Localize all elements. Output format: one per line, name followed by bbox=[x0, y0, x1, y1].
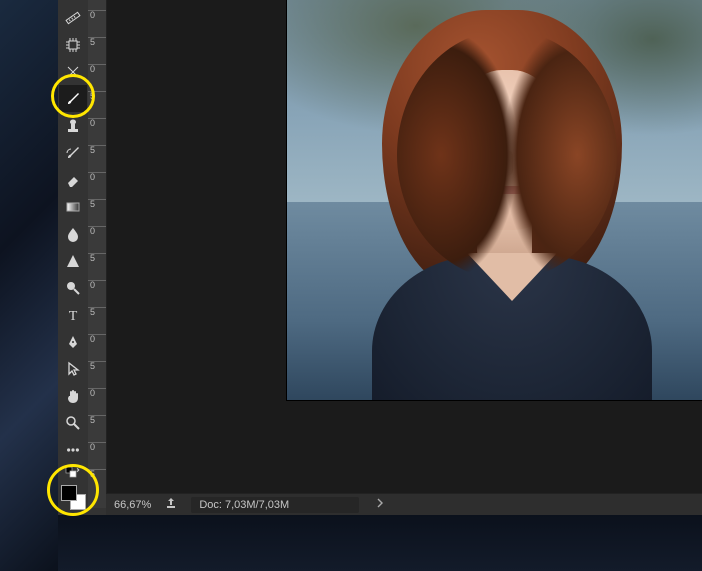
ruler-tick: 5 bbox=[88, 145, 106, 155]
chevron-right-icon bbox=[377, 498, 383, 508]
ruler-tool[interactable] bbox=[59, 4, 87, 31]
ruler-tick: 0 bbox=[88, 118, 106, 128]
ruler-tick: 0 bbox=[88, 388, 106, 398]
magnify-dark-tool[interactable] bbox=[59, 274, 87, 301]
ruler-tick: 0 bbox=[88, 64, 106, 74]
type-icon: T bbox=[65, 307, 81, 323]
blur-tool[interactable] bbox=[59, 220, 87, 247]
share-button[interactable] bbox=[165, 497, 177, 512]
stamp-icon bbox=[65, 118, 81, 134]
gradient-tool[interactable] bbox=[59, 193, 87, 220]
doc-info-expand[interactable] bbox=[377, 498, 383, 511]
zoom-icon bbox=[65, 415, 81, 431]
hand-tool[interactable] bbox=[59, 382, 87, 409]
path-select-tool[interactable] bbox=[59, 355, 87, 382]
doc-info-text: Doc: 7,03M/7,03M bbox=[199, 499, 289, 511]
ruler-tick: 0 bbox=[88, 280, 106, 290]
app-window: T 0 5 0 5 0 5 0 5 0 bbox=[58, 0, 702, 571]
canvas-area[interactable] bbox=[106, 0, 702, 508]
ruler-tick: 5 bbox=[88, 307, 106, 317]
zoom-level[interactable]: 66,67% bbox=[114, 499, 151, 511]
ruler-tick: 5 bbox=[88, 91, 106, 101]
desktop-background bbox=[0, 0, 58, 571]
ruler-tick: 5 bbox=[88, 199, 106, 209]
brush-icon bbox=[65, 91, 81, 107]
svg-text:T: T bbox=[69, 309, 78, 323]
share-icon bbox=[165, 497, 177, 509]
dodge-tool[interactable] bbox=[59, 247, 87, 274]
history-brush-tool[interactable] bbox=[59, 139, 87, 166]
ruler-tick: 0 bbox=[88, 10, 106, 20]
pen-icon bbox=[65, 334, 81, 350]
eraser-icon bbox=[65, 172, 81, 188]
ruler-icon bbox=[65, 10, 81, 26]
default-colors[interactable] bbox=[59, 463, 87, 481]
triangle-icon bbox=[65, 253, 81, 269]
clone-stamp-tool[interactable] bbox=[59, 112, 87, 139]
image-subject bbox=[342, 0, 662, 360]
more-tools[interactable] bbox=[59, 436, 87, 463]
ruler-tick: 0 bbox=[88, 442, 106, 452]
chip-tool[interactable] bbox=[59, 31, 87, 58]
crop-icon bbox=[65, 64, 81, 80]
chip-icon bbox=[65, 37, 81, 53]
gradient-icon bbox=[65, 199, 81, 215]
color-swatches[interactable] bbox=[59, 483, 87, 513]
ruler-tick: 5 bbox=[88, 37, 106, 47]
foreground-color-swatch[interactable] bbox=[61, 485, 77, 501]
toolbox: T bbox=[58, 0, 88, 513]
vertical-ruler[interactable]: 0 5 0 5 0 5 0 5 0 5 0 5 0 5 0 5 0 5 bbox=[88, 0, 106, 508]
eraser-tool[interactable] bbox=[59, 166, 87, 193]
hand-icon bbox=[65, 388, 81, 404]
ruler-tick: 0 bbox=[88, 226, 106, 236]
dots-icon bbox=[66, 442, 80, 458]
droplet-icon bbox=[65, 226, 81, 242]
magnify-dark-icon bbox=[65, 280, 81, 296]
ruler-tick: 0 bbox=[88, 334, 106, 344]
zoom-tool[interactable] bbox=[59, 409, 87, 436]
default-colors-icon bbox=[65, 464, 81, 480]
ruler-tick: 0 bbox=[88, 172, 106, 182]
document-image[interactable] bbox=[287, 0, 702, 400]
pen-tool[interactable] bbox=[59, 328, 87, 355]
ruler-tick: 5 bbox=[88, 361, 106, 371]
type-tool[interactable]: T bbox=[59, 301, 87, 328]
ruler-tick: 5 bbox=[88, 253, 106, 263]
status-bar: 66,67% Doc: 7,03M/7,03M bbox=[106, 493, 702, 515]
arrow-icon bbox=[65, 361, 81, 377]
brush-tool[interactable] bbox=[59, 85, 87, 112]
ruler-tick: 5 bbox=[88, 469, 106, 479]
doc-info[interactable]: Doc: 7,03M/7,03M bbox=[191, 497, 359, 513]
crop-tool[interactable] bbox=[59, 58, 87, 85]
history-brush-icon bbox=[65, 145, 81, 161]
desktop-strip bbox=[58, 515, 702, 571]
ruler-tick: 5 bbox=[88, 415, 106, 425]
